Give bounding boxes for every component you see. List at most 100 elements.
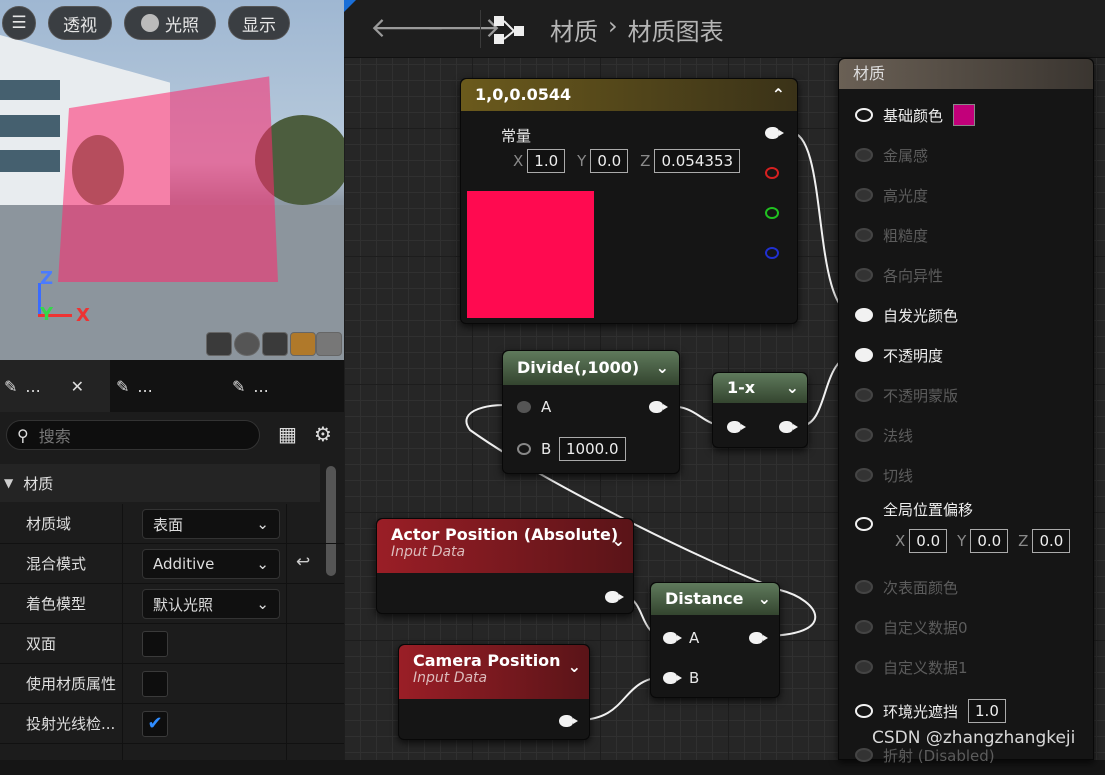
x-value-input[interactable]: 1.0 bbox=[527, 149, 566, 173]
input-pin[interactable] bbox=[727, 421, 746, 433]
node-header[interactable]: Divide(,1000) ⌄ bbox=[503, 351, 679, 385]
one-minus-node[interactable]: 1-x ⌄ bbox=[712, 372, 808, 448]
node-header[interactable]: 材质 bbox=[839, 59, 1093, 89]
input-pin[interactable] bbox=[855, 228, 873, 242]
input-pin[interactable] bbox=[855, 388, 873, 402]
input-pin[interactable] bbox=[855, 108, 873, 122]
constant3vector-node[interactable]: 1,0,0.0544 ⌃ 常量 X 1.0 Y 0.0 Z 0.054353 bbox=[460, 78, 798, 324]
material-domain-dropdown[interactable]: 表面 ⌄ bbox=[142, 509, 280, 539]
blend-mode-dropdown[interactable]: Additive ⌄ bbox=[142, 549, 280, 579]
material-section-header[interactable]: ▼ 材质 bbox=[0, 464, 320, 502]
close-icon[interactable]: ✕ bbox=[71, 377, 84, 396]
input-subsurface-color[interactable]: 次表面颜色 bbox=[855, 567, 958, 607]
output-pin[interactable] bbox=[749, 632, 768, 644]
input-pin[interactable] bbox=[855, 620, 873, 634]
viewport[interactable]: ☰ 透视 光照 显示 Z Y X bbox=[0, 0, 344, 360]
output-pin[interactable] bbox=[605, 591, 624, 603]
camera-position-node[interactable]: Camera Position Input Data ⌄ bbox=[398, 644, 590, 740]
input-tangent[interactable]: 切线 bbox=[855, 455, 913, 495]
input-pin[interactable] bbox=[855, 148, 873, 162]
output-pin-r[interactable] bbox=[765, 167, 779, 179]
search-input[interactable]: ⚲ 搜索 bbox=[6, 420, 260, 450]
preview-sphere-button[interactable] bbox=[234, 332, 260, 356]
node-header[interactable]: Actor Position (Absolute) Input Data ⌄ bbox=[377, 519, 633, 573]
distance-node[interactable]: Distance ⌄ A B bbox=[650, 582, 780, 698]
input-custom-data-1[interactable]: 自定义数据1 bbox=[855, 647, 968, 687]
viewport-menu-button[interactable]: ☰ bbox=[2, 6, 36, 40]
input-custom-data-0[interactable]: 自定义数据0 bbox=[855, 607, 968, 647]
forward-arrow-icon[interactable]: 🡒 bbox=[426, 10, 501, 44]
chevron-down-icon[interactable]: ⌄ bbox=[656, 351, 669, 385]
input-pin-a[interactable] bbox=[663, 632, 682, 644]
show-button[interactable]: 显示 bbox=[228, 6, 290, 40]
input-roughness[interactable]: 粗糙度 bbox=[855, 215, 928, 255]
input-base-color[interactable]: 基础颜色 bbox=[855, 95, 976, 135]
wpo-x-input[interactable]: 0.0 bbox=[909, 529, 948, 553]
input-anisotropy[interactable]: 各向异性 bbox=[855, 255, 943, 295]
input-pin[interactable] bbox=[855, 704, 873, 718]
chevron-down-icon[interactable]: ⌄ bbox=[568, 657, 581, 676]
two-sided-checkbox[interactable] bbox=[142, 631, 168, 657]
node-header[interactable]: 1-x ⌄ bbox=[713, 373, 807, 403]
input-pin[interactable] bbox=[855, 660, 873, 674]
chevron-down-icon[interactable]: ⌄ bbox=[612, 531, 625, 550]
z-value-input[interactable]: 0.054353 bbox=[654, 149, 741, 173]
breadcrumb-root[interactable]: 材质 bbox=[550, 12, 598, 47]
input-pin[interactable] bbox=[855, 348, 873, 362]
chevron-down-icon[interactable]: ⌄ bbox=[758, 583, 771, 615]
output-pin[interactable] bbox=[559, 715, 578, 727]
preview-cube-button[interactable] bbox=[290, 332, 316, 356]
input-specular[interactable]: 高光度 bbox=[855, 175, 928, 215]
details-tab-1[interactable]: ✎ ... ✕ bbox=[0, 360, 110, 412]
details-tab-2[interactable]: ✎ ... bbox=[116, 360, 153, 412]
lighting-button[interactable]: 光照 bbox=[124, 6, 216, 40]
cast-ray-traced-checkbox[interactable]: ✔ bbox=[142, 711, 168, 737]
input-pin-a[interactable] bbox=[517, 401, 531, 413]
output-pin[interactable] bbox=[649, 401, 668, 413]
input-pin[interactable] bbox=[855, 517, 873, 531]
input-pin[interactable] bbox=[855, 468, 873, 482]
input-pin[interactable] bbox=[855, 580, 873, 594]
node-header[interactable]: Camera Position Input Data ⌄ bbox=[399, 645, 589, 699]
use-material-attributes-checkbox[interactable] bbox=[142, 671, 168, 697]
wpo-z-input[interactable]: 0.0 bbox=[1032, 529, 1071, 553]
ao-value-input[interactable]: 1.0 bbox=[968, 699, 1006, 723]
divide-node[interactable]: Divide(,1000) ⌄ A B 1000.0 bbox=[502, 350, 680, 474]
node-header[interactable]: Distance ⌄ bbox=[651, 583, 779, 615]
node-header[interactable]: 1,0,0.0544 ⌃ bbox=[461, 79, 797, 111]
b-value-input[interactable]: 1000.0 bbox=[559, 437, 626, 461]
input-pin-b[interactable] bbox=[663, 672, 682, 684]
material-result-node[interactable]: 材质 基础颜色 金属感 高光度 粗糙度 各向异性 自发光颜色 不透明度 不透明蒙… bbox=[838, 58, 1094, 765]
base-color-swatch[interactable] bbox=[953, 104, 976, 126]
output-pin-g[interactable] bbox=[765, 207, 779, 219]
input-emissive-color[interactable]: 自发光颜色 bbox=[855, 295, 958, 335]
input-opacity[interactable]: 不透明度 bbox=[855, 335, 943, 375]
chevron-up-icon[interactable]: ⌃ bbox=[772, 79, 785, 111]
output-pin-rgb[interactable] bbox=[765, 127, 784, 139]
input-world-position-offset[interactable]: 全局位置偏移 bbox=[855, 495, 973, 531]
input-normal[interactable]: 法线 bbox=[855, 415, 913, 455]
perspective-button[interactable]: 透视 bbox=[48, 6, 112, 40]
input-ambient-occlusion[interactable]: 环境光遮挡 1.0 bbox=[855, 691, 1006, 731]
preview-mesh-button[interactable] bbox=[316, 332, 342, 356]
actor-position-node[interactable]: Actor Position (Absolute) Input Data ⌄ bbox=[376, 518, 634, 614]
shading-model-dropdown[interactable]: 默认光照 ⌄ bbox=[142, 589, 280, 619]
input-pin[interactable] bbox=[855, 188, 873, 202]
chevron-down-icon[interactable]: ⌄ bbox=[786, 373, 799, 403]
input-pin[interactable] bbox=[855, 268, 873, 282]
wpo-y-input[interactable]: 0.0 bbox=[970, 529, 1009, 553]
preview-plane-button[interactable] bbox=[262, 332, 288, 356]
table-view-icon[interactable]: ▦ bbox=[278, 422, 297, 446]
gear-icon[interactable]: ⚙ bbox=[314, 422, 332, 446]
y-value-input[interactable]: 0.0 bbox=[590, 149, 629, 173]
output-pin-b[interactable] bbox=[765, 247, 779, 259]
preview-cylinder-button[interactable] bbox=[206, 332, 232, 356]
output-pin[interactable] bbox=[779, 421, 798, 433]
input-metallic[interactable]: 金属感 bbox=[855, 135, 928, 175]
input-opacity-mask[interactable]: 不透明蒙版 bbox=[855, 375, 958, 415]
input-pin-b[interactable] bbox=[517, 443, 531, 455]
input-pin[interactable] bbox=[855, 308, 873, 322]
input-pin[interactable] bbox=[855, 428, 873, 442]
details-tab-3[interactable]: ✎ ... bbox=[232, 360, 269, 412]
reset-icon[interactable]: ↩ bbox=[296, 552, 310, 572]
